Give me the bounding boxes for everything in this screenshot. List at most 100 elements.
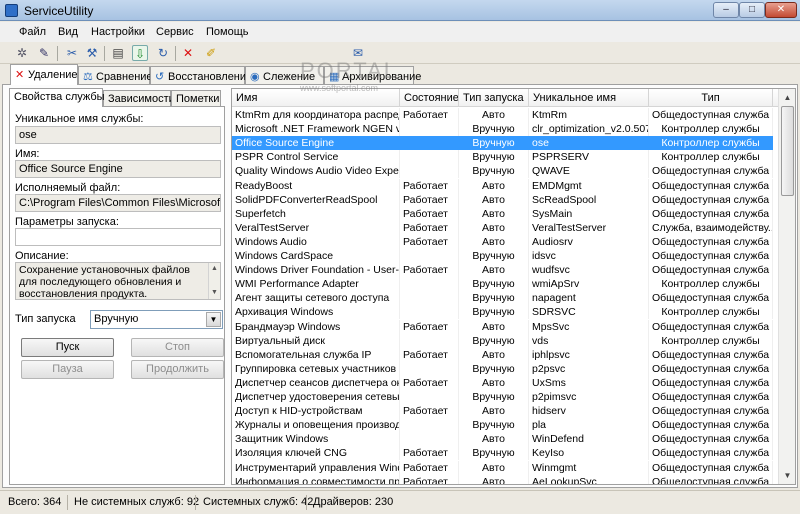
table-row[interactable]: Группировка сетевых участников Вручную p2p…	[232, 361, 773, 376]
table-cell: Вручную	[459, 249, 529, 263]
menu-file[interactable]: Файл	[19, 26, 46, 38]
stop-button[interactable]: Стоп	[131, 338, 224, 357]
subtab-properties[interactable]: Свойства службы	[9, 88, 105, 107]
table-cell: Авто	[459, 347, 529, 362]
table-cell: Общедоступная служба	[649, 432, 773, 447]
table-row[interactable]: Защитник Windows Авто WinDefend Общедоступн…	[232, 432, 773, 447]
table-cell: ReadyBoost	[232, 178, 400, 193]
chevron-down-icon[interactable]: ▼	[206, 312, 221, 327]
params-input[interactable]	[15, 228, 221, 246]
exe-field[interactable]: C:\Program Files\Common Files\Microsoft …	[15, 194, 221, 212]
subtab-notes[interactable]: Пометки	[171, 90, 221, 106]
column-unique-name[interactable]: Уникальное имя	[529, 89, 649, 107]
remove-icon: ✕	[15, 69, 25, 81]
tool-refresh-icon[interactable]: ↻	[155, 45, 171, 61]
table-cell: Журналы и оповещения производи...	[232, 418, 400, 433]
scroll-down-icon[interactable]: ▼	[780, 468, 795, 483]
table-cell: ose	[529, 136, 649, 151]
table-cell: Общедоступная служба	[649, 404, 773, 419]
table-cell	[400, 249, 459, 263]
minimize-button[interactable]: –	[713, 2, 739, 18]
tab-restore[interactable]: ↺ Восстановление	[150, 66, 252, 84]
table-cell: Общедоступная служба	[649, 178, 773, 193]
table-row[interactable]: PSPR Control Service Вручную PSPRSERV Контр…	[232, 150, 773, 165]
maximize-button[interactable]: □	[739, 2, 765, 18]
scroll-thumb[interactable]	[781, 106, 794, 196]
tool-settings-icon[interactable]: ✲	[14, 45, 30, 61]
table-row[interactable]: Windows Audio Работает Авто Audiosrv Общедос…	[232, 234, 773, 249]
table-cell: Вручную	[459, 291, 529, 306]
menu-view[interactable]: Вид	[58, 26, 78, 38]
table-cell: Группировка сетевых участников	[232, 361, 400, 376]
table-row[interactable]: Журналы и оповещения производи... Вручную…	[232, 418, 773, 433]
tool-list-icon[interactable]: ▤	[110, 45, 126, 61]
column-state[interactable]: Состояние	[400, 89, 459, 107]
tool-download-icon[interactable]: ⇩	[132, 45, 148, 61]
tab-remove[interactable]: ✕ Удаление	[10, 64, 78, 85]
description-scrollbar[interactable]: ▲ ▼	[208, 263, 220, 299]
startup-type-value: Вручную	[94, 313, 139, 325]
table-row[interactable]: VeralTestServer Работает Авто VeralTestServ…	[232, 220, 773, 235]
table-row[interactable]: Информация о совместимости при... Работае…	[232, 474, 773, 484]
table-row[interactable]: Виртуальный диск Вручную vds Контроллер слу…	[232, 333, 773, 348]
menu-settings[interactable]: Настройки	[91, 26, 145, 38]
name-field[interactable]: Office Source Engine	[15, 160, 221, 178]
table-cell: Авто	[459, 178, 529, 193]
menu-service[interactable]: Сервис	[156, 26, 194, 38]
close-button[interactable]: ✕	[765, 2, 797, 18]
tool-tools-icon[interactable]: ⚒	[84, 45, 100, 61]
table-row[interactable]: Диспетчер удостоверения сетевых ... Вручн…	[232, 390, 773, 404]
table-row[interactable]: Изоляция ключей CNG Работает Вручную KeyIso…	[232, 446, 773, 461]
table-cell: Вручную	[459, 446, 529, 461]
table-cell: PSPRSERV	[529, 150, 649, 165]
tool-edit-icon[interactable]: ✎	[36, 45, 52, 61]
table-row[interactable]: Архивация Windows Вручную SDRSVC Контроллер…	[232, 305, 773, 320]
table-cell: WinDefend	[529, 432, 649, 447]
table-cell: Работает	[400, 474, 459, 484]
table-cell: Авто	[459, 206, 529, 221]
column-start-type[interactable]: Тип запуска	[459, 89, 529, 107]
tab-compare[interactable]: ⚖ Сравнение	[78, 66, 153, 84]
table-row[interactable]: Агент защиты сетевого доступа Вручную napa…	[232, 291, 773, 306]
table-row[interactable]: Windows Driver Foundation - User-mo...Ра…	[232, 263, 773, 278]
unique-name-field[interactable]: ose	[15, 126, 221, 144]
resume-button[interactable]: Продолжить	[131, 360, 224, 379]
table-scrollbar[interactable]: ▲ ▼	[778, 89, 795, 484]
table-row[interactable]: Superfetch Работает Авто SysMain Общедоступн…	[232, 206, 773, 221]
description-field[interactable]: Сохранение установочных файлов для после…	[15, 262, 221, 300]
table-row[interactable]: KtmRm для координатора распреде...Работа…	[232, 108, 773, 122]
table-cell: MpsSvc	[529, 319, 649, 334]
table-row[interactable]: Microsoft .NET Framework NGEN v2.... Вруч…	[232, 122, 773, 137]
status-nonsystem: Не системных служб: 92	[74, 496, 200, 508]
table-row[interactable]: Диспетчер сеансов диспетчера око... Работ…	[232, 375, 773, 390]
table-cell: Общедоступная служба	[649, 390, 773, 404]
table-row[interactable]: Доступ к HID-устройствам Работает Авто hids…	[232, 404, 773, 419]
subtab-dependencies[interactable]: Зависимости	[103, 90, 175, 106]
table-row[interactable]: Вспомогательная служба IP Работает Авто iph…	[232, 347, 773, 362]
table-row[interactable]: WMI Performance Adapter Вручную wmiApSrv Ко…	[232, 277, 773, 292]
table-cell: Вручную	[459, 333, 529, 348]
table-row[interactable]: Quality Windows Audio Video Experien... В…	[232, 164, 773, 179]
scroll-up-icon[interactable]: ▲	[780, 90, 795, 105]
table-cell: Изоляция ключей CNG	[232, 446, 400, 461]
tab-label: Восстановление	[168, 71, 253, 83]
table-cell: Работает	[400, 234, 459, 249]
tool-pencil-icon[interactable]: ✐	[203, 45, 219, 61]
table-row[interactable]: Брандмауэр Windows Работает Авто MpsSvc Обще…	[232, 319, 773, 334]
table-row[interactable]: Windows CardSpace Вручную idsvc Общедоступн…	[232, 249, 773, 263]
table-cell: pla	[529, 418, 649, 433]
column-type[interactable]: Тип	[649, 89, 773, 107]
start-button[interactable]: Пуск	[21, 338, 114, 357]
tool-delete-icon[interactable]: ✕	[180, 45, 196, 61]
tool-cut-icon[interactable]: ✂	[64, 45, 80, 61]
unique-name-label: Уникальное имя службы:	[15, 113, 144, 125]
table-row[interactable]: ReadyBoost Работает Авто EMDMgmt Общедоступн…	[232, 178, 773, 193]
table-row[interactable]: Инструментарий управления Windo... Работа…	[232, 460, 773, 475]
table-row[interactable]: SolidPDFConverterReadSpool Работает Авто Sc…	[232, 192, 773, 207]
pause-button[interactable]: Пауза	[21, 360, 114, 379]
table-cell: Авто	[459, 432, 529, 447]
startup-type-select[interactable]: Вручную ▼	[90, 310, 223, 329]
table-cell: hidserv	[529, 404, 649, 419]
table-row[interactable]: Office Source Engine Вручную ose Контроллер…	[232, 136, 773, 151]
menu-help[interactable]: Помощь	[206, 26, 249, 38]
